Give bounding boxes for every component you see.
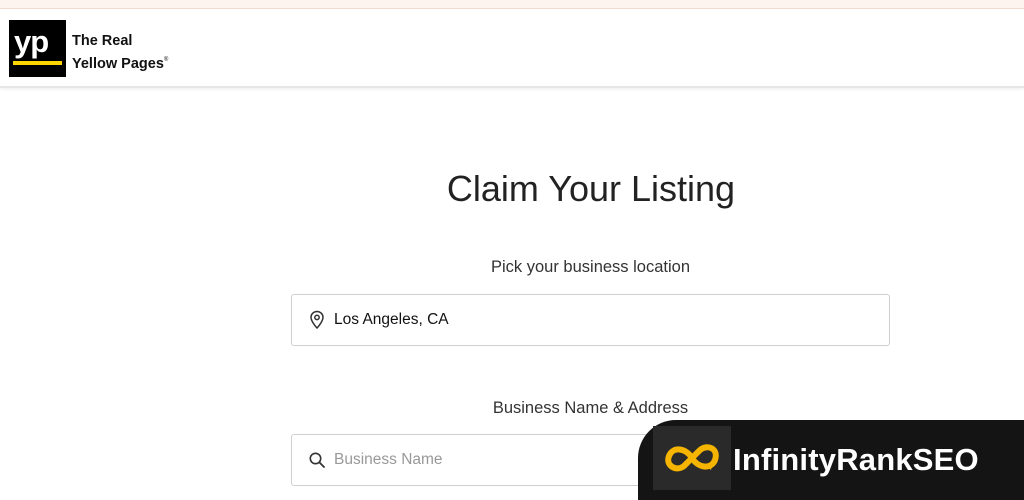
watermark-text: InfinityRankSEO	[733, 442, 979, 477]
business-label: Business Name & Address	[492, 399, 689, 417]
page-title: Claim Your Listing	[446, 168, 736, 209]
location-input[interactable]	[334, 295, 874, 345]
location-label: Pick your business location	[490, 258, 690, 276]
yp-logo[interactable]: yp	[9, 20, 66, 77]
watermark-badge: InfinityRankSEO	[638, 420, 1024, 500]
logo-wordmark[interactable]: The Real Yellow Pages®	[72, 32, 168, 74]
logo-line-1: The Real	[72, 33, 133, 49]
location-field[interactable]	[291, 294, 890, 346]
logo-mark: yp	[14, 24, 49, 59]
infinity-icon	[653, 426, 731, 490]
site-header: yp The Real Yellow Pages®	[0, 10, 1024, 88]
top-strip	[0, 0, 1024, 9]
search-icon	[309, 452, 325, 468]
logo-underline	[13, 61, 62, 65]
map-pin-icon	[310, 310, 324, 330]
logo-line-2: Yellow Pages	[72, 56, 164, 72]
registered-mark: ®	[163, 57, 169, 63]
